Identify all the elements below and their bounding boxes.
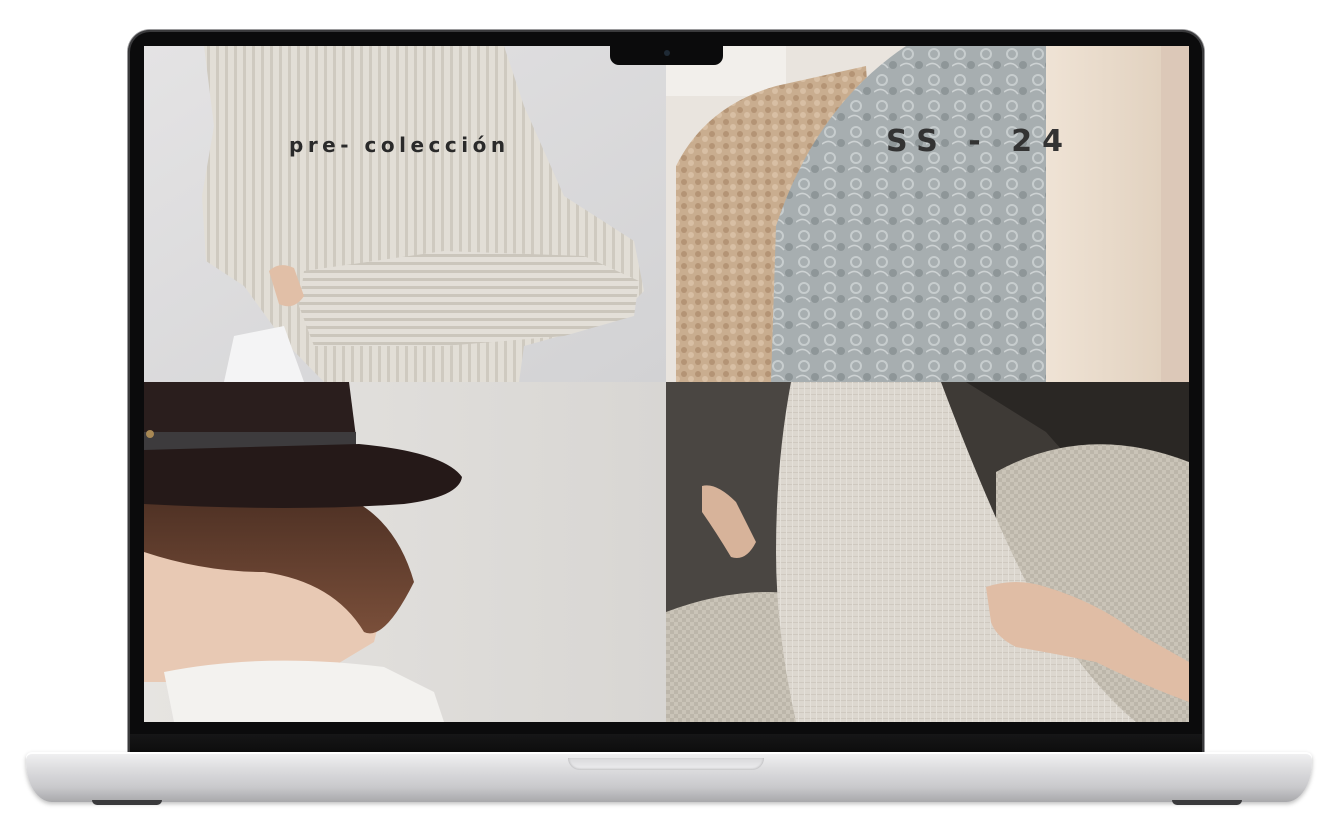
tile-linen-trousers[interactable] xyxy=(666,382,1189,722)
hat-woman-photo xyxy=(144,382,666,722)
pre-coleccion-label: pre- colección xyxy=(289,133,510,157)
linen-trousers-photo xyxy=(666,382,1189,722)
ss-24-label: SS - 24 xyxy=(886,124,1073,159)
left-foot xyxy=(92,800,162,805)
tile-hat-woman[interactable] xyxy=(144,382,666,722)
sweater-photo xyxy=(144,46,666,382)
camera-lens-icon xyxy=(664,50,670,56)
photo-grid: pre- colección SS - 24 xyxy=(144,46,1189,722)
laptop-screen: pre- colección SS - 24 xyxy=(144,46,1189,722)
lid-opening-notch xyxy=(568,758,764,770)
laptop-mockup: pre- colección SS - 24 xyxy=(0,0,1344,829)
lace-knit-photo xyxy=(666,46,1189,382)
tile-sweater[interactable]: pre- colección xyxy=(144,46,666,382)
right-foot xyxy=(1172,800,1242,805)
tile-lace-knit[interactable]: SS - 24 xyxy=(666,46,1189,382)
